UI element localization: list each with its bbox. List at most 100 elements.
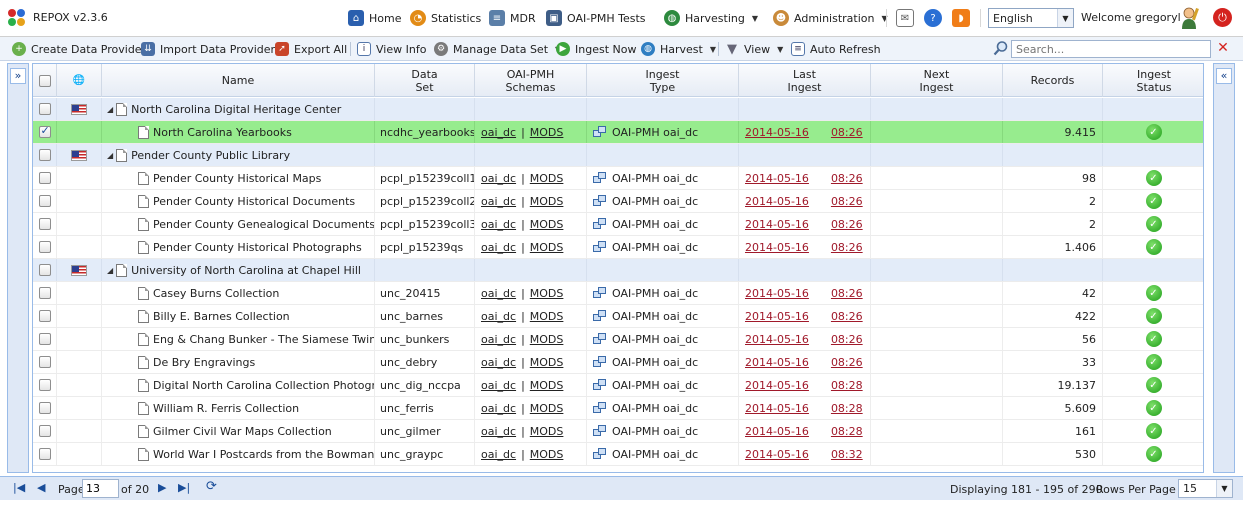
last-ingest-time-link[interactable]: 08:26 — [831, 218, 863, 231]
table-row[interactable]: Gilmer Civil War Maps Collection unc_gilm… — [33, 420, 1203, 443]
nav-oai-pmh-tests[interactable]: ▣ OAI-PMH Tests — [546, 8, 646, 28]
last-ingest-time-link[interactable]: 08:26 — [831, 126, 863, 139]
tree-collapse-icon[interactable]: ◢ — [107, 151, 113, 160]
schema-mods-link[interactable]: MODS — [530, 126, 564, 139]
table-row[interactable]: Digital North Carolina Collection Photog… — [33, 374, 1203, 397]
logout-power-icon[interactable]: ⏻ — [1213, 8, 1232, 27]
row-checkbox[interactable] — [38, 287, 51, 299]
last-ingest-date-link[interactable]: 2014-05-16 — [745, 172, 809, 185]
header-data-set[interactable]: Data Set — [375, 64, 475, 97]
schema-mods-link[interactable]: MODS — [530, 172, 564, 185]
provider-group-row[interactable]: ◢ University of North Carolina at Chapel … — [33, 259, 1203, 282]
ingest-now-button[interactable]: ▶ Ingest Now — [556, 41, 636, 57]
schema-mods-link[interactable]: MODS — [530, 195, 564, 208]
schema-mods-link[interactable]: MODS — [530, 241, 564, 254]
manage-data-set-button[interactable]: ⚙ Manage Data Set ▼ — [434, 41, 561, 57]
schema-oai-dc-link[interactable]: oai_dc — [481, 356, 516, 369]
status-ok-icon[interactable]: ✓ — [1145, 170, 1162, 186]
table-row[interactable]: Pender County Historical Maps pcpl_p15239… — [33, 167, 1203, 190]
status-ok-icon[interactable]: ✓ — [1145, 423, 1162, 439]
last-ingest-date-link[interactable]: 2014-05-16 — [745, 402, 809, 415]
header-schemas[interactable]: OAI-PMH Schemas — [475, 64, 587, 97]
schema-oai-dc-link[interactable]: oai_dc — [481, 287, 516, 300]
last-ingest-date-link[interactable]: 2014-05-16 — [745, 333, 809, 346]
header-ingest-status[interactable]: Ingest Status — [1103, 64, 1203, 97]
last-ingest-time-link[interactable]: 08:32 — [831, 448, 863, 461]
header-records[interactable]: Records — [1003, 64, 1103, 97]
status-ok-icon[interactable]: ✓ — [1145, 124, 1162, 140]
last-ingest-date-link[interactable]: 2014-05-16 — [745, 310, 809, 323]
status-ok-icon[interactable]: ✓ — [1145, 216, 1162, 232]
rss-icon[interactable]: ◗ — [952, 9, 970, 27]
row-checkbox[interactable] — [38, 195, 51, 207]
view-info-button[interactable]: i View Info — [357, 41, 426, 57]
header-next-ingest[interactable]: Next Ingest — [871, 64, 1003, 97]
table-row[interactable]: Pender County Historical Documents pcpl_p… — [33, 190, 1203, 213]
row-checkbox[interactable] — [38, 379, 51, 391]
last-ingest-time-link[interactable]: 08:28 — [831, 379, 863, 392]
row-checkbox[interactable] — [38, 172, 51, 184]
row-checkbox[interactable] — [38, 218, 51, 230]
last-ingest-time-link[interactable]: 08:26 — [831, 172, 863, 185]
row-checkbox[interactable] — [38, 149, 51, 161]
row-checkbox[interactable] — [38, 264, 51, 276]
status-ok-icon[interactable]: ✓ — [1145, 446, 1162, 462]
schema-mods-link[interactable]: MODS — [530, 310, 564, 323]
header-name[interactable]: Name — [102, 64, 375, 97]
tree-collapse-icon[interactable]: ◢ — [107, 266, 113, 275]
row-checkbox[interactable] — [38, 448, 51, 460]
expand-left-icon[interactable]: » — [10, 68, 26, 84]
clear-search-icon[interactable]: ✕ — [1215, 40, 1231, 56]
status-ok-icon[interactable]: ✓ — [1145, 400, 1162, 416]
harvest-button[interactable]: ◍ Harvest ▼ — [641, 41, 716, 57]
expand-right-icon[interactable]: « — [1216, 68, 1232, 84]
provider-group-row[interactable]: ◢ North Carolina Digital Heritage Center — [33, 98, 1203, 121]
nav-statistics[interactable]: ◔ Statistics — [410, 8, 481, 28]
nav-home[interactable]: ⌂ Home — [348, 8, 401, 28]
header-last-ingest[interactable]: Last Ingest — [739, 64, 871, 97]
last-ingest-time-link[interactable]: 08:26 — [831, 333, 863, 346]
row-checkbox[interactable] — [38, 310, 51, 322]
schema-oai-dc-link[interactable]: oai_dc — [481, 448, 516, 461]
header-ingest-type[interactable]: Ingest Type — [587, 64, 739, 97]
auto-refresh-button[interactable]: ≡ Auto Refresh — [791, 41, 881, 57]
last-ingest-date-link[interactable]: 2014-05-16 — [745, 379, 809, 392]
last-page-icon[interactable]: ▶| — [178, 481, 190, 494]
page-number-input[interactable] — [82, 479, 119, 498]
table-row[interactable]: World War I Postcards from the Bowman Gr… — [33, 443, 1203, 466]
nav-mdr[interactable]: ≡ MDR — [489, 8, 536, 28]
last-ingest-date-link[interactable]: 2014-05-16 — [745, 195, 809, 208]
nav-administration[interactable]: ☻ Administration ▼ — [773, 8, 888, 28]
last-ingest-time-link[interactable]: 08:26 — [831, 241, 863, 254]
table-row[interactable]: North Carolina Yearbooksncdhc_yearbookso… — [33, 121, 1203, 144]
view-filter-button[interactable]: ▼ View ▼ — [725, 41, 783, 57]
table-row[interactable]: Casey Burns Collection unc_20415 oai_dc | MO… — [33, 282, 1203, 305]
last-ingest-time-link[interactable]: 08:26 — [831, 287, 863, 300]
rows-per-page-select[interactable]: 15 ▼ — [1178, 479, 1233, 498]
last-ingest-date-link[interactable]: 2014-05-16 — [745, 126, 809, 139]
header-country[interactable]: 🌐 — [57, 64, 102, 97]
schema-oai-dc-link[interactable]: oai_dc — [481, 195, 516, 208]
header-select-all[interactable] — [33, 64, 57, 97]
last-ingest-date-link[interactable]: 2014-05-16 — [745, 241, 809, 254]
last-ingest-date-link[interactable]: 2014-05-16 — [745, 448, 809, 461]
create-data-provider-button[interactable]: + Create Data Provider — [12, 41, 146, 57]
select-all-checkbox[interactable] — [38, 74, 51, 87]
last-ingest-date-link[interactable]: 2014-05-16 — [745, 287, 809, 300]
schema-mods-link[interactable]: MODS — [530, 448, 564, 461]
row-checkbox[interactable] — [38, 402, 51, 414]
status-ok-icon[interactable]: ✓ — [1145, 354, 1162, 370]
row-checkbox[interactable] — [38, 241, 51, 253]
schema-oai-dc-link[interactable]: oai_dc — [481, 126, 516, 139]
table-row[interactable]: De Bry Engravings unc_debry oai_dc | MODS OAI… — [33, 351, 1203, 374]
schema-oai-dc-link[interactable]: oai_dc — [481, 218, 516, 231]
help-icon[interactable]: ? — [924, 9, 942, 27]
last-ingest-time-link[interactable]: 08:26 — [831, 195, 863, 208]
status-ok-icon[interactable]: ✓ — [1145, 308, 1162, 324]
language-select[interactable]: English ▼ — [988, 8, 1074, 28]
schema-mods-link[interactable]: MODS — [530, 333, 564, 346]
table-row[interactable]: Pender County Genealogical Documents pcpl… — [33, 213, 1203, 236]
last-ingest-time-link[interactable]: 08:26 — [831, 310, 863, 323]
refresh-icon[interactable]: ⟳ — [206, 479, 217, 494]
row-checkbox[interactable] — [38, 124, 51, 138]
